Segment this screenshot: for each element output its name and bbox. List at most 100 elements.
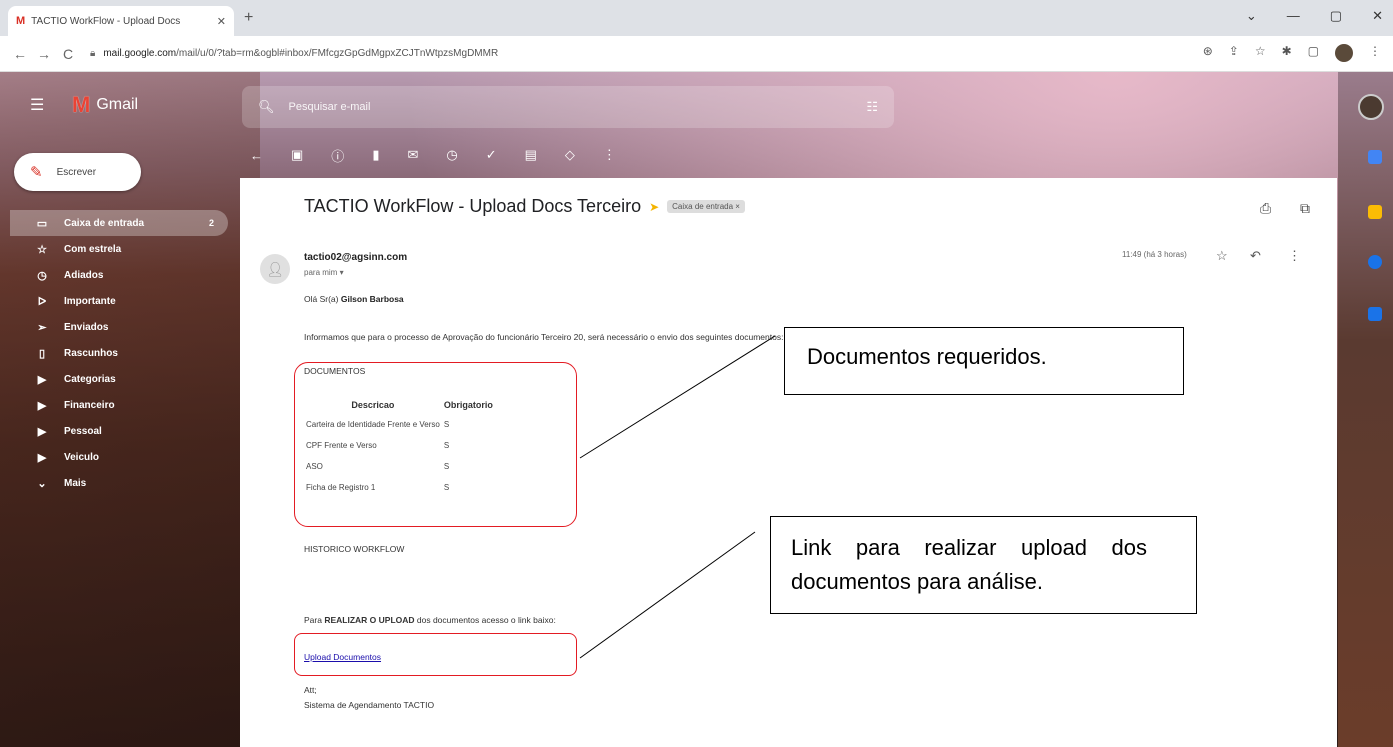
clock-icon: ◷ — [37, 269, 47, 282]
snooze-icon[interactable]: ◷ — [446, 147, 457, 163]
sender-avatar: 👤︎ — [260, 254, 290, 284]
sidebar-item-label: Categorias — [64, 373, 116, 385]
extensions-area: ⊛ ⇪ ☆ ✱ ▢ ⋮ — [1203, 44, 1381, 62]
sidebar-item-pessoal[interactable]: ▶ Pessoal — [10, 418, 228, 444]
sidebar-item-inbox[interactable]: ▭ Caixa de entrada 2 — [10, 210, 228, 236]
send-icon: ➢ — [37, 321, 47, 334]
key-icon[interactable]: ⊛ — [1203, 44, 1213, 62]
forward-button[interactable]: → — [32, 46, 56, 62]
sidebar-item-label: Adiados — [64, 269, 104, 281]
add-task-icon[interactable]: ✓ — [486, 147, 497, 163]
print-icon[interactable]: ⎙ — [1260, 200, 1271, 217]
label-as-icon[interactable]: ◇ — [565, 147, 575, 163]
maximize-button[interactable]: ▢ — [1330, 8, 1342, 24]
gmail-m-icon: M — [72, 92, 91, 117]
sidebar-item-label: Caixa de entrada — [64, 217, 145, 229]
window-controls: ⌄ — ▢ ✕ — [1246, 8, 1383, 24]
sidebar-item-more[interactable]: ⌄ Mais — [10, 470, 228, 496]
greeting: Olá Sr(a) Gilson Barbosa — [304, 294, 404, 304]
delete-icon[interactable]: ▮ — [372, 147, 379, 163]
browser-tab[interactable]: M TACTIO WorkFlow - Upload Docs ✕ — [8, 6, 234, 36]
calendar-icon[interactable] — [1368, 150, 1382, 164]
recipient-line[interactable]: para mim ▾ — [304, 268, 344, 277]
chevron-down-icon: ⌄ — [37, 477, 47, 490]
subject-line: TACTIO WorkFlow - Upload Docs Terceiro ➤… — [304, 196, 745, 217]
contacts-icon[interactable] — [1368, 307, 1382, 321]
reload-button[interactable]: C — [56, 46, 80, 62]
url-field[interactable]: 🔒︎ mail.google.com /mail/u/0/?tab=rm&ogb… — [90, 41, 650, 67]
tasks-icon[interactable] — [1368, 255, 1382, 269]
move-to-icon[interactable]: ▤ — [525, 147, 537, 163]
message-more-icon[interactable]: ⋮ — [1288, 248, 1301, 264]
lock-icon: 🔒︎ — [90, 48, 96, 59]
sidebar-item-important[interactable]: ᐅ Importante — [10, 288, 228, 314]
label-icon: ▶ — [37, 373, 47, 386]
inbox-icon: ▭ — [36, 217, 48, 230]
sender-email[interactable]: tactio02@agsinn.com — [304, 252, 407, 263]
sidebar-item-label: Mais — [64, 477, 87, 489]
report-spam-icon[interactable]: ⓘ — [331, 146, 344, 165]
sidebar-item-snoozed[interactable]: ◷ Adiados — [10, 262, 228, 288]
intro-text: Informamos que para o processo de Aprova… — [304, 332, 784, 342]
bookmark-star-icon[interactable]: ☆ — [1255, 44, 1266, 62]
sidebar-item-drafts[interactable]: ▯ Rascunhos — [10, 340, 228, 366]
label-icon: ▶ — [37, 425, 47, 438]
back-button[interactable]: ← — [8, 46, 32, 62]
sidebar-nav: ▭ Caixa de entrada 2 ☆ Com estrela ◷ Adi… — [10, 210, 228, 496]
profile-avatar[interactable] — [1335, 44, 1353, 62]
close-window-button[interactable]: ✕ — [1372, 8, 1383, 24]
sidebar-item-veiculo[interactable]: ▶ Veiculo — [10, 444, 228, 470]
minimize-button[interactable]: — — [1287, 8, 1300, 24]
sidebar-item-label: Com estrela — [64, 243, 122, 255]
extensions-icon[interactable]: ✱ — [1282, 44, 1292, 62]
gmail-favicon-icon: M — [16, 15, 26, 27]
upload-bold: REALIZAR O UPLOAD — [324, 615, 415, 625]
search-input[interactable]: Pesquisar e-mail — [289, 101, 867, 113]
url-domain: mail.google.com — [103, 48, 177, 59]
sidebar-item-financeiro[interactable]: ▶ Financeiro — [10, 392, 228, 418]
importance-marker-icon[interactable]: ➤ — [649, 200, 659, 214]
callout-documents-text: Documentos requeridos. — [807, 344, 1047, 369]
star-message-icon[interactable]: ☆ — [1216, 248, 1228, 264]
main-menu-icon[interactable]: ☰ — [30, 95, 44, 115]
archive-icon[interactable]: ▣ — [291, 147, 303, 163]
important-icon: ᐅ — [37, 295, 47, 308]
callout-upload-link: Link para realizar upload dos documentos… — [770, 516, 1197, 614]
unread-count: 2 — [208, 218, 214, 228]
message-time: 11:49 (há 3 horas) — [1122, 250, 1187, 259]
sidebar-item-label: Veiculo — [64, 451, 100, 463]
more-options-icon[interactable]: ⋮ — [603, 147, 616, 163]
tab-close-icon[interactable]: ✕ — [217, 15, 226, 28]
upload-prefix: Para — [304, 615, 325, 625]
mark-unread-icon[interactable]: ✉ — [407, 147, 418, 163]
label-icon: ▶ — [37, 451, 47, 464]
back-arrow-icon[interactable]: ← — [250, 148, 263, 163]
keep-icon[interactable] — [1368, 205, 1382, 219]
new-tab-button[interactable]: + — [244, 9, 253, 27]
sidebar-item-sent[interactable]: ➢ Enviados — [10, 314, 228, 340]
gmail-logo[interactable]: M Gmail — [72, 92, 138, 118]
sidebar-item-label: Rascunhos — [64, 347, 118, 359]
compose-button[interactable]: ✎ Escrever — [14, 153, 141, 191]
sidebar-item-label: Pessoal — [64, 425, 102, 437]
inbox-label-chip[interactable]: Caixa de entrada × — [667, 200, 745, 213]
account-avatar[interactable] — [1358, 94, 1384, 120]
search-options-icon[interactable]: ☷ — [866, 99, 878, 115]
greeting-name: Gilson Barbosa — [340, 294, 404, 304]
gmail-logo-text: Gmail — [96, 96, 139, 113]
subject-text: TACTIO WorkFlow - Upload Docs Terceiro — [304, 196, 642, 216]
open-new-window-icon[interactable]: ⧉ — [1300, 200, 1310, 217]
share-icon[interactable]: ⇪ — [1229, 44, 1239, 62]
sidepanel-icon[interactable]: ▢ — [1308, 44, 1319, 62]
sidebar-item-label: Importante — [64, 295, 116, 307]
side-panel-background — [1338, 72, 1393, 747]
chrome-menu-icon[interactable]: ⋮ — [1369, 44, 1381, 62]
reply-icon[interactable]: ↶ — [1250, 248, 1261, 264]
search-bar[interactable]: 🔍︎ Pesquisar e-mail ☷ — [242, 86, 894, 128]
sidebar-item-categories[interactable]: ▶ Categorias — [10, 366, 228, 392]
signature: Sistema de Agendamento TACTIO — [304, 700, 435, 710]
search-icon[interactable]: 🔍︎ — [258, 99, 275, 115]
greeting-prefix: Olá Sr(a) — [304, 294, 341, 304]
sidebar-item-starred[interactable]: ☆ Com estrela — [10, 236, 228, 262]
tab-search-icon[interactable]: ⌄ — [1246, 8, 1257, 24]
